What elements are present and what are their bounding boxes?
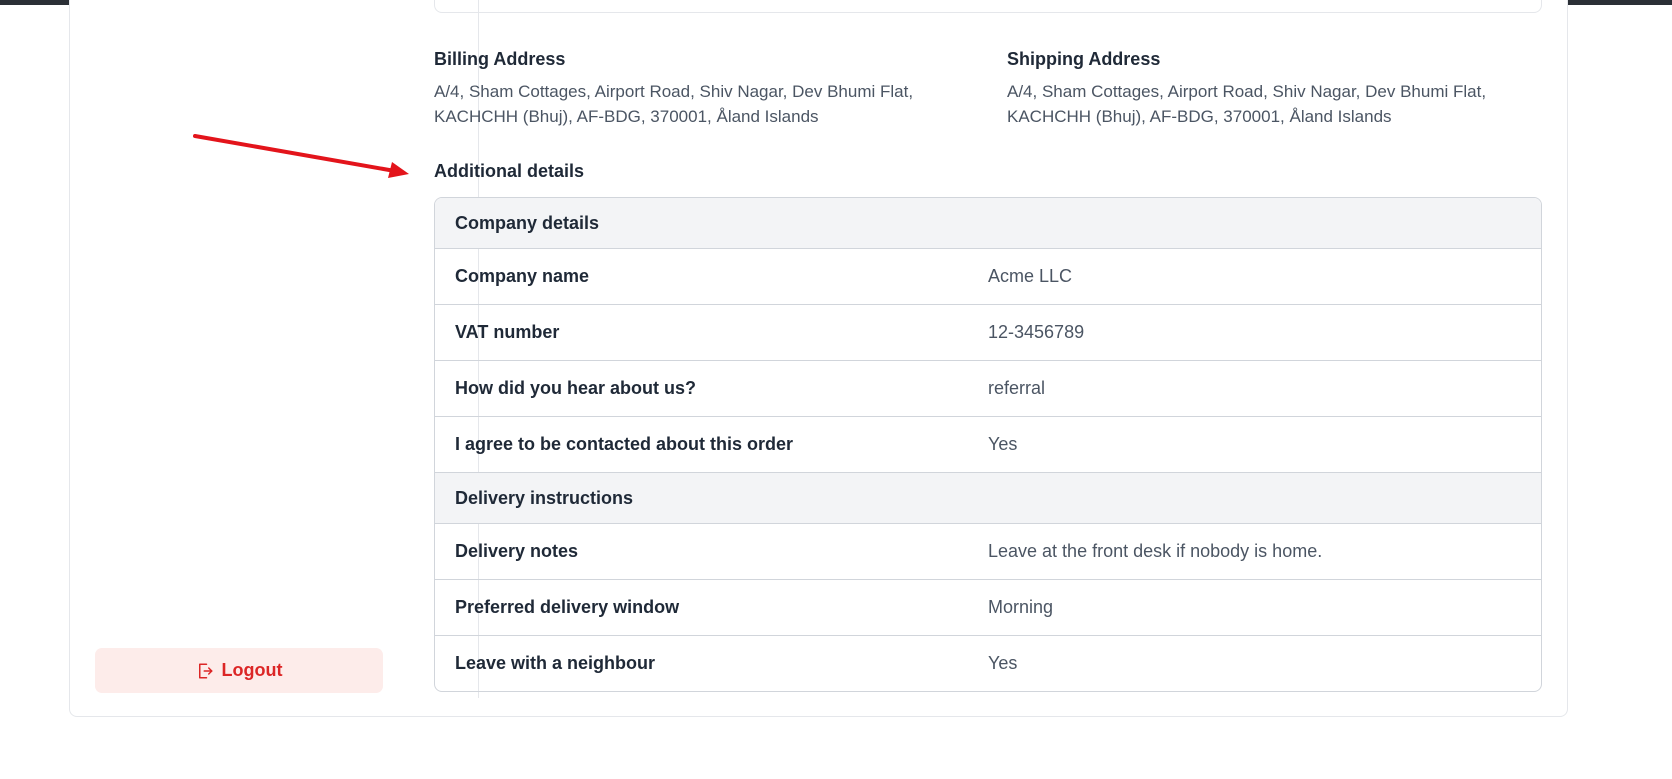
additional-details-heading: Additional details xyxy=(434,161,585,181)
detail-label: I agree to be contacted about this order xyxy=(455,434,794,454)
detail-row-delivery-window: Preferred delivery window Morning xyxy=(435,580,1541,636)
billing-address-title: Billing Address xyxy=(434,49,566,69)
logout-button[interactable]: Logout xyxy=(95,648,383,693)
shipping-address-title: Shipping Address xyxy=(1007,49,1161,69)
logout-icon xyxy=(198,663,212,678)
logout-label: Logout xyxy=(221,660,283,680)
detail-value: Acme LLC xyxy=(988,266,1073,286)
annotation-arrow xyxy=(193,134,409,178)
detail-row-contact-consent: I agree to be contacted about this order… xyxy=(435,417,1541,473)
detail-value: Yes xyxy=(988,434,1018,454)
detail-label: Delivery notes xyxy=(455,541,579,561)
annotation-arrow-head xyxy=(388,162,409,178)
shipping-address-line-1: A/4, Sham Cottages, Airport Road, Shiv N… xyxy=(1007,82,1487,101)
detail-row-hear-about-us: How did you hear about us? referral xyxy=(435,361,1541,417)
billing-address: Billing Address A/4, Sham Cottages, Airp… xyxy=(434,47,954,129)
group-header-company-details: Company details xyxy=(435,198,1541,249)
detail-row-leave-with-neighbour: Leave with a neighbour Yes xyxy=(435,636,1541,691)
detail-row-delivery-notes: Delivery notes Leave at the front desk i… xyxy=(435,524,1541,580)
detail-value: referral xyxy=(988,378,1046,398)
detail-value: Leave at the front desk if nobody is hom… xyxy=(988,541,1323,561)
shipping-address: Shipping Address A/4, Sham Cottages, Air… xyxy=(1007,47,1527,129)
group-header-delivery-instructions: Delivery instructions xyxy=(435,473,1541,524)
detail-value: Yes xyxy=(988,653,1018,673)
detail-label: Leave with a neighbour xyxy=(455,653,656,673)
detail-row-vat-number: VAT number 12-3456789 xyxy=(435,305,1541,361)
additional-details-table: Company details Company name Acme LLC VA… xyxy=(434,197,1542,692)
detail-value: Morning xyxy=(988,597,1054,617)
previous-section-box xyxy=(434,0,1542,13)
billing-address-line-2: KACHCHH (Bhuj), AF-BDG, 370001, Åland Is… xyxy=(434,107,819,126)
annotation-arrow-shaft xyxy=(193,134,397,173)
detail-row-company-name: Company name Acme LLC xyxy=(435,249,1541,305)
detail-label: How did you hear about us? xyxy=(455,378,697,398)
detail-label: Preferred delivery window xyxy=(455,597,680,617)
billing-address-line-1: A/4, Sham Cottages, Airport Road, Shiv N… xyxy=(434,82,914,101)
detail-label: VAT number xyxy=(455,322,560,342)
detail-value: 12-3456789 xyxy=(988,322,1085,342)
detail-label: Company name xyxy=(455,266,590,286)
shipping-address-line-2: KACHCHH (Bhuj), AF-BDG, 370001, Åland Is… xyxy=(1007,107,1392,126)
